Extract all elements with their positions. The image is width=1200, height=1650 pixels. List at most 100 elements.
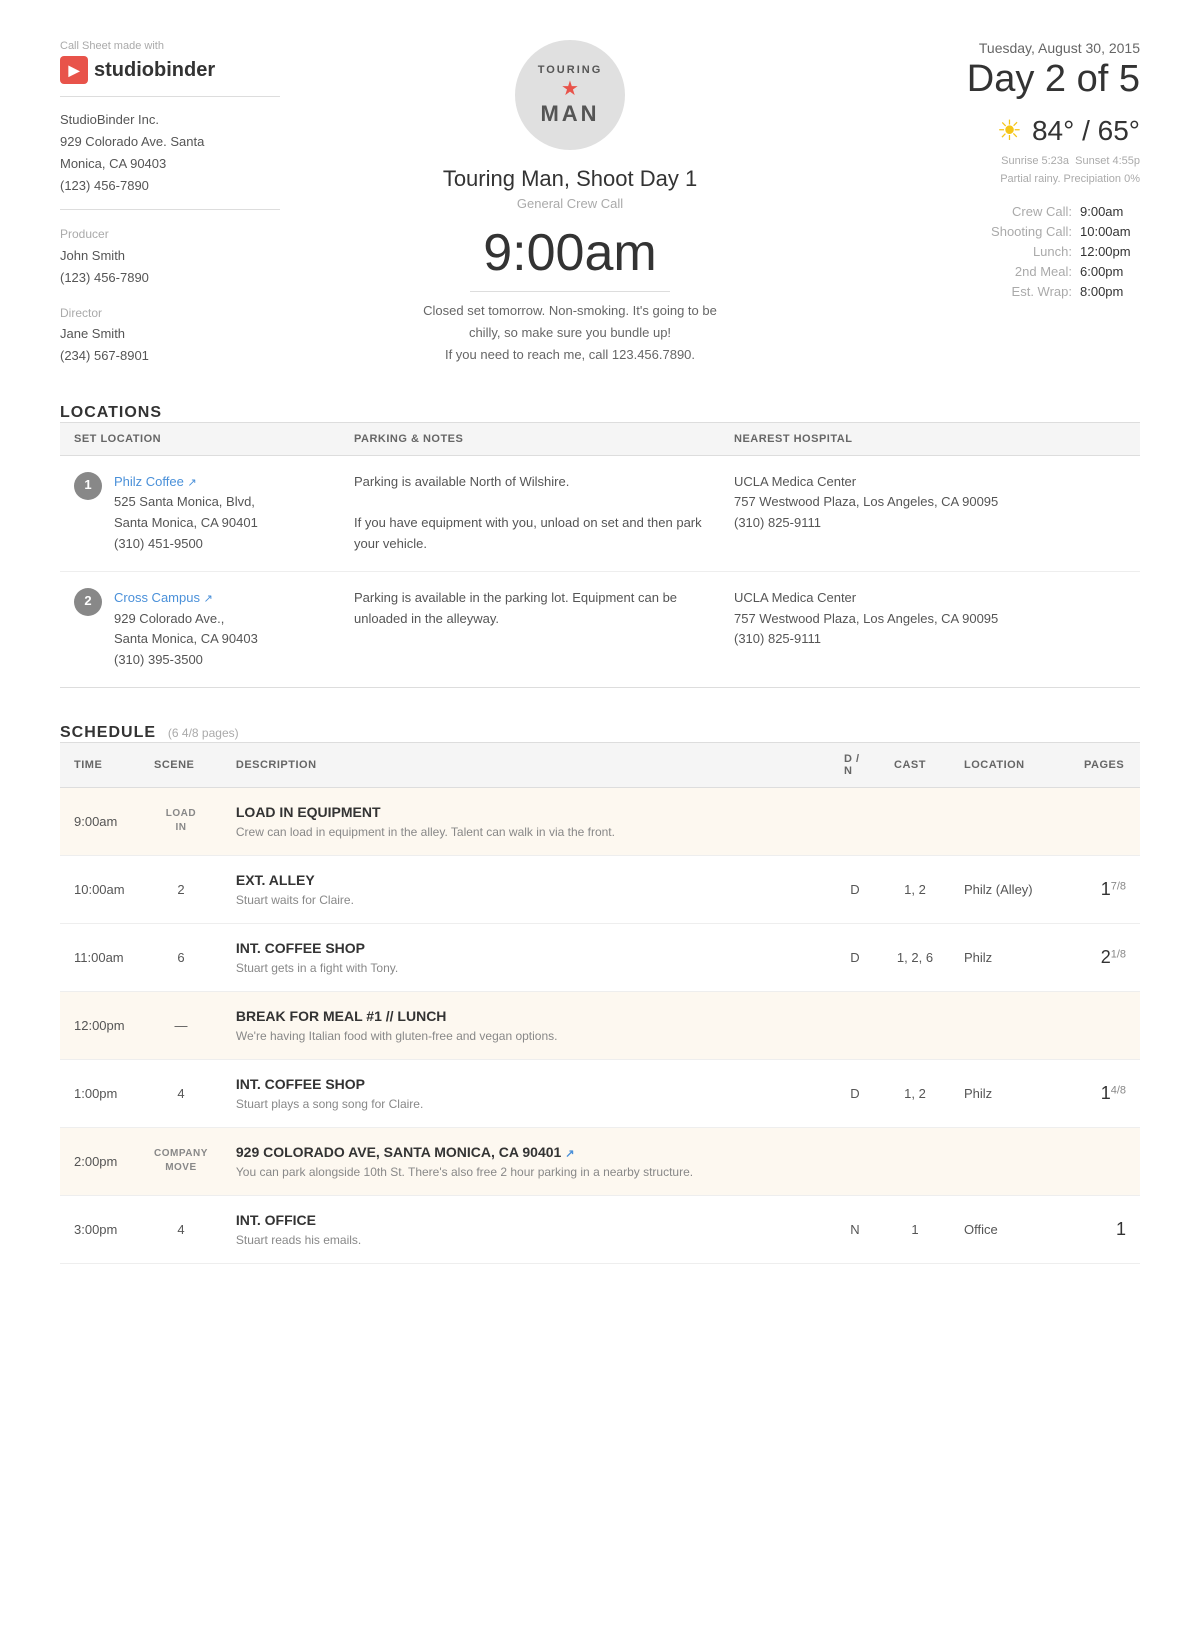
- schedule-table: TIME SCENE DESCRIPTION D / N CAST LOCATI…: [60, 742, 1140, 1264]
- time-1pm: 1:00pm: [60, 1059, 140, 1127]
- director-role: Director: [60, 303, 280, 323]
- desc-11am: INT. COFFEE SHOP Stuart gets in a fight …: [222, 923, 830, 991]
- shooting-call-value: 10:00am: [1080, 224, 1140, 239]
- location-11am: Philz: [950, 923, 1070, 991]
- day-heading: Day 2 of 5: [860, 60, 1140, 98]
- weather-temp: 84° / 65°: [1032, 115, 1140, 147]
- location-1pm: Philz: [950, 1059, 1070, 1127]
- col-set-location: SET LOCATION: [60, 422, 340, 455]
- lunch-value: 12:00pm: [1080, 244, 1140, 259]
- logo-icon: ▶: [60, 56, 88, 84]
- loc-number-2: 2: [74, 588, 102, 616]
- time-12pm: 12:00pm: [60, 991, 140, 1059]
- desc-3pm: INT. OFFICE Stuart reads his emails.: [222, 1195, 830, 1263]
- lunch-row: Lunch: 12:00pm: [860, 244, 1140, 259]
- loc-name-2: Cross Campus ↗: [114, 588, 258, 609]
- wrap-row: Est. Wrap: 8:00pm: [860, 284, 1140, 299]
- header-center: TOURING ★ MAN Touring Man, Shoot Day 1 G…: [370, 40, 770, 366]
- made-with-label: Call Sheet made with: [60, 40, 280, 52]
- schedule-row-3pm: 3:00pm 4 INT. OFFICE Stuart reads his em…: [60, 1195, 1140, 1263]
- weather-row: ☀ 84° / 65°: [860, 114, 1140, 147]
- shooting-call-row: Shooting Call: 10:00am: [860, 224, 1140, 239]
- external-link-icon-1[interactable]: ↗: [187, 477, 196, 489]
- project-notes: Closed set tomorrow. Non-smoking. It's g…: [370, 300, 770, 366]
- second-meal-value: 6:00pm: [1080, 264, 1140, 279]
- location-row: 1 Philz Coffee ↗ 525 Santa Monica, Blvd,…: [60, 455, 1140, 571]
- desc-1pm: INT. COFFEE SHOP Stuart plays a song son…: [222, 1059, 830, 1127]
- time-3pm: 3:00pm: [60, 1195, 140, 1263]
- cast-3pm: 1: [880, 1195, 950, 1263]
- dn-3pm: N: [830, 1195, 880, 1263]
- loc-address1-1: 525 Santa Monica, Blvd,: [114, 492, 258, 513]
- loc-cell-2: 2 Cross Campus ↗ 929 Colorado Ave., Sant…: [60, 571, 340, 687]
- scene-4a: 4: [140, 1059, 222, 1127]
- dn-1pm: D: [830, 1059, 880, 1127]
- schedule-row-1pm: 1:00pm 4 INT. COFFEE SHOP Stuart plays a…: [60, 1059, 1140, 1127]
- loc-cell-1: 1 Philz Coffee ↗ 525 Santa Monica, Blvd,…: [60, 455, 340, 571]
- scene-2: 2: [140, 855, 222, 923]
- wrap-label: Est. Wrap:: [1012, 284, 1072, 299]
- col-pages-header: PAGES: [1070, 742, 1140, 787]
- col-cast-header: CAST: [880, 742, 950, 787]
- schedule-row-company-move: 2:00pm COMPANYMOVE 929 COLORADO AVE, SAN…: [60, 1127, 1140, 1195]
- locations-title: LOCATIONS: [60, 404, 1140, 422]
- crew-call-row: Crew Call: 9:00am: [860, 204, 1140, 219]
- company-address1: 929 Colorado Ave. Santa: [60, 131, 280, 153]
- col-parking: PARKING & NOTES: [340, 422, 720, 455]
- company-info: StudioBinder Inc. 929 Colorado Ave. Sant…: [60, 109, 280, 197]
- loc-address2-1: Santa Monica, CA 90401: [114, 513, 258, 534]
- col-hospital: NEAREST HOSPITAL: [720, 422, 1140, 455]
- time-10am: 10:00am: [60, 855, 140, 923]
- project-logo-top: TOURING: [538, 64, 603, 76]
- company-name: StudioBinder Inc.: [60, 109, 280, 131]
- wrap-value: 8:00pm: [1080, 284, 1140, 299]
- cast-11am: 1, 2, 6: [880, 923, 950, 991]
- loc-address1-2: 929 Colorado Ave.,: [114, 609, 258, 630]
- shooting-call-label: Shooting Call:: [991, 224, 1072, 239]
- weather-details: Sunrise 5:23a Sunset 4:55p Partial rainy…: [860, 153, 1140, 188]
- schedule-row-lunch: 12:00pm — BREAK FOR MEAL #1 // LUNCH We'…: [60, 991, 1140, 1059]
- director-name: Jane Smith: [60, 323, 280, 345]
- external-link-icon-2[interactable]: ↗: [204, 593, 213, 605]
- desc-load-in: LOAD IN EQUIPMENT Crew can load in equip…: [222, 787, 1140, 855]
- logo-text: studiobinder: [94, 59, 215, 82]
- loc-hospital-1: UCLA Medica Center 757 Westwood Plaza, L…: [720, 455, 1140, 571]
- col-scene-header: SCENE: [140, 742, 222, 787]
- location-3pm: Office: [950, 1195, 1070, 1263]
- scene-6: 6: [140, 923, 222, 991]
- lunch-label: Lunch:: [1033, 244, 1072, 259]
- location-row: 2 Cross Campus ↗ 929 Colorado Ave., Sant…: [60, 571, 1140, 687]
- schedule-section: SCHEDULE (6 4/8 pages) TIME SCENE DESCRI…: [60, 724, 1140, 1264]
- cast-10am: 1, 2: [880, 855, 950, 923]
- loc-phone-1: (310) 451-9500: [114, 534, 258, 555]
- schedule-row-load-in: 9:00am LOADIN LOAD IN EQUIPMENT Crew can…: [60, 787, 1140, 855]
- col-dn-header: D / N: [830, 742, 880, 787]
- weather-sun-times: Sunrise 5:23a Sunset 4:55p: [860, 153, 1140, 171]
- header-left: Call Sheet made with ▶ studiobinder Stud…: [60, 40, 280, 368]
- cast-1pm: 1, 2: [880, 1059, 950, 1127]
- loc-number-1: 1: [74, 472, 102, 500]
- project-logo-star: ★: [561, 76, 579, 101]
- producer-name: John Smith: [60, 245, 280, 267]
- locations-table: SET LOCATION PARKING & NOTES NEAREST HOS…: [60, 422, 1140, 688]
- schedule-title-row: SCHEDULE (6 4/8 pages): [60, 724, 1140, 742]
- schedule-subtitle: (6 4/8 pages): [168, 726, 239, 740]
- page-header: Call Sheet made with ▶ studiobinder Stud…: [60, 40, 1140, 368]
- pages-10am: 17/8: [1070, 855, 1140, 923]
- loc-parking-2: Parking is available in the parking lot.…: [340, 571, 720, 687]
- weather-sun-icon: ☀: [997, 114, 1022, 147]
- pages-3pm: 1: [1070, 1195, 1140, 1263]
- scene-company-move: COMPANYMOVE: [140, 1127, 222, 1195]
- second-meal-label: 2nd Meal:: [1015, 264, 1072, 279]
- desc-company-move: 929 COLORADO AVE, SANTA MONICA, CA 90401…: [222, 1127, 1140, 1195]
- studiobinder-logo: ▶ studiobinder: [60, 56, 280, 84]
- col-desc-header: DESCRIPTION: [222, 742, 830, 787]
- locations-section: LOCATIONS SET LOCATION PARKING & NOTES N…: [60, 404, 1140, 688]
- company-phone: (123) 456-7890: [60, 175, 280, 197]
- second-meal-row: 2nd Meal: 6:00pm: [860, 264, 1140, 279]
- loc-parking-1: Parking is available North of Wilshire. …: [340, 455, 720, 571]
- external-link-icon-move[interactable]: ↗: [565, 1148, 574, 1160]
- time-9am: 9:00am: [60, 787, 140, 855]
- col-time-header: TIME: [60, 742, 140, 787]
- loc-name-1: Philz Coffee ↗: [114, 472, 258, 493]
